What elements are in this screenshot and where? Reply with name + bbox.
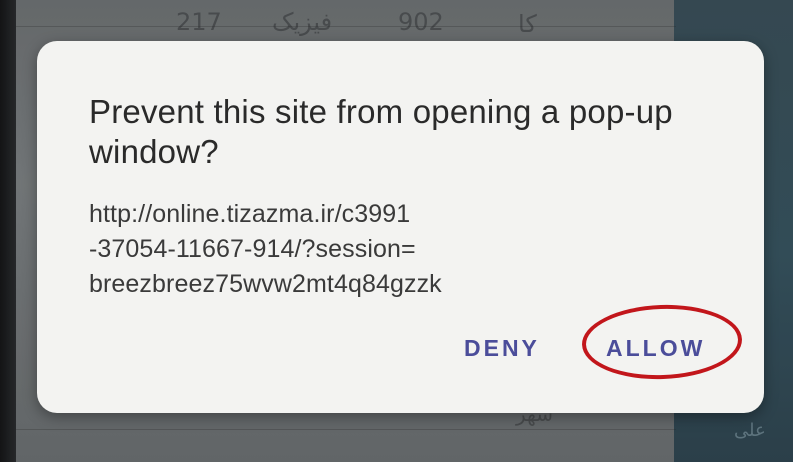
- allow-button[interactable]: ALLOW: [606, 335, 705, 362]
- popup-url-line-3: breezbreez75wvw2mt4q84gzzk: [89, 270, 442, 298]
- deny-button[interactable]: DENY: [464, 335, 540, 362]
- photo-frame: 217 فیزیک 902 کا سهر علی Prevent this si…: [0, 0, 793, 462]
- popup-permission-dialog: Prevent this site from opening a pop-up …: [37, 41, 764, 413]
- popup-url-line-1: http://online.tizazma.ir/c3991: [89, 200, 411, 228]
- dialog-title: Prevent this site from opening a pop-up …: [89, 93, 673, 170]
- popup-url: http://online.tizazma.ir/c3991 -37054-11…: [89, 197, 689, 302]
- popup-url-line-2: -37054-11667-914/?session=: [89, 235, 416, 263]
